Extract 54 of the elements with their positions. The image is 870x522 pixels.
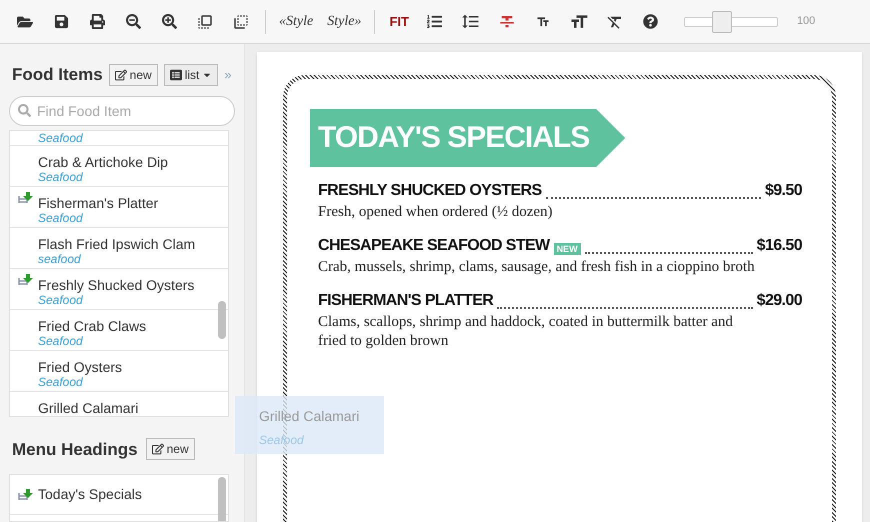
food-category: seafood bbox=[38, 252, 82, 266]
food-category: Seafood bbox=[38, 374, 83, 388]
search-field[interactable]: Find Food Item bbox=[9, 96, 235, 126]
dish-name: FISHERMAN'S PLATTER bbox=[318, 291, 494, 311]
placed-arrow-icon bbox=[18, 192, 34, 204]
scrollbar-thumb[interactable] bbox=[218, 300, 226, 338]
food-item[interactable]: Flash Fried Ipswich Clam seafood bbox=[10, 228, 228, 268]
edit-icon bbox=[152, 443, 164, 456]
food-item[interactable]: Grilled Calamari bbox=[10, 392, 228, 416]
food-item[interactable]: Fried Oysters Seafood bbox=[10, 350, 228, 392]
dish-price: $9.50 bbox=[764, 181, 802, 201]
dish-description: Crab, mussels, shrimp, clams, sausage, and fresh fish in a cioppino broth bbox=[318, 258, 756, 277]
dish-name: CHESAPEAKE SEAFOOD STEW bbox=[318, 236, 550, 256]
dish-price: $29.00 bbox=[756, 291, 802, 311]
food-name: Flash Fried Ipswich Clam bbox=[38, 236, 196, 252]
search-icon bbox=[18, 104, 31, 116]
food-category: Seafood bbox=[38, 292, 83, 306]
slider-thumb[interactable] bbox=[712, 10, 732, 32]
placed-arrow-icon bbox=[18, 274, 34, 286]
edit-icon bbox=[114, 68, 127, 81]
food-item[interactable]: Freshly Shucked Oysters Seafood bbox=[10, 268, 228, 310]
panel-title: Menu Headings bbox=[12, 438, 138, 461]
view-dropdown[interactable]: list bbox=[164, 64, 218, 86]
food-category: Seafood bbox=[38, 334, 84, 348]
fit-button[interactable]: FIT bbox=[383, 12, 415, 32]
style-button[interactable]: Style» bbox=[322, 11, 366, 32]
new-button[interactable]: new bbox=[146, 438, 195, 460]
dish-description: Clams, scallops, shrimp and haddock, coated in buttermilk batter and fried to golden brown bbox=[318, 313, 734, 351]
new-button[interactable]: new bbox=[108, 64, 158, 86]
food-name: Fisherman's Platter bbox=[38, 194, 158, 210]
food-category: Seafood bbox=[259, 432, 305, 449]
scrollbar-thumb[interactable] bbox=[218, 477, 226, 521]
food-name: Freshly Shucked Oysters bbox=[38, 276, 194, 292]
food-item[interactable]: Crab & Artichoke Dip Seafood bbox=[10, 146, 228, 186]
food-name: Grilled Calamari bbox=[259, 407, 360, 426]
dish-price: $16.50 bbox=[756, 236, 802, 256]
food-name: Grilled Calamari bbox=[38, 400, 138, 416]
panel-title: Food Items bbox=[12, 64, 103, 86]
food-item[interactable]: Fried Crab Claws Seafood bbox=[10, 310, 228, 350]
new-badge: NEW bbox=[554, 243, 581, 255]
food-name: Crab & Artichoke Dip bbox=[38, 154, 168, 170]
food-name: Fried Oysters bbox=[38, 358, 122, 374]
section-heading: TODAY'S SPECIALS bbox=[318, 120, 590, 156]
food-category: Seafood bbox=[38, 130, 83, 144]
food-item[interactable]: Fisherman's Platter Seafood bbox=[10, 186, 228, 228]
dish-description: Fresh, opened when ordered (½ dozen) bbox=[318, 203, 554, 222]
food-category: Seafood bbox=[38, 170, 84, 184]
dish-name: FRESHLY SHUCKED OYSTERS bbox=[318, 181, 542, 201]
placed-arrow-icon bbox=[18, 488, 34, 500]
zoom-reading: 100 bbox=[796, 14, 816, 30]
food-category: Seafood bbox=[38, 210, 84, 224]
food-name: Fried Crab Claws bbox=[38, 318, 146, 334]
list-icon bbox=[170, 68, 182, 81]
style-button[interactable]: «Style bbox=[274, 11, 318, 32]
